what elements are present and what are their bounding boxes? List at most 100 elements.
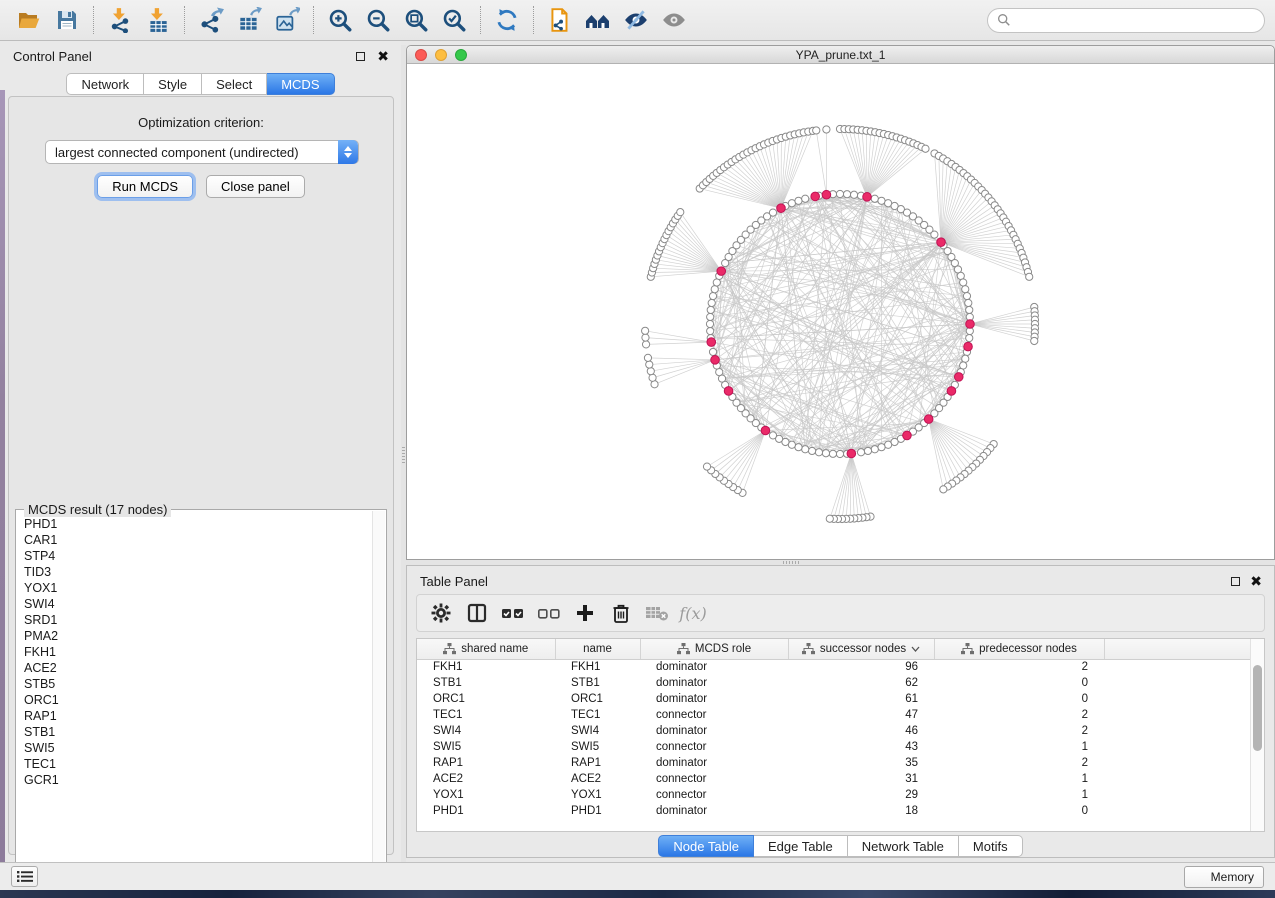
mcds-node-item[interactable]: SWI5	[24, 740, 369, 756]
search-box[interactable]	[987, 8, 1265, 33]
float-panel-icon[interactable]	[356, 52, 365, 61]
hide-eye-icon[interactable]	[617, 3, 655, 37]
mcds-result-list[interactable]: PHD1CAR1STP4TID3YOX1SWI4SRD1PMA2FKH1ACE2…	[17, 516, 369, 874]
table-cell[interactable]: PHD1	[417, 803, 555, 819]
network-canvas[interactable]	[407, 64, 1274, 559]
table-cell[interactable]: ORC1	[417, 691, 555, 707]
table-row[interactable]: SWI5SWI5connector431	[417, 739, 1250, 755]
mcds-node-item[interactable]: FKH1	[24, 644, 369, 660]
table-scrollbar[interactable]	[1250, 639, 1264, 831]
table-cell[interactable]: ACE2	[417, 771, 555, 787]
table-cell[interactable]: RAP1	[417, 755, 555, 771]
tab-network-table[interactable]: Network Table	[848, 835, 959, 857]
close-table-panel-icon[interactable]: ✖	[1250, 576, 1262, 586]
table-cell[interactable]: 96	[788, 659, 934, 675]
table-cell[interactable]: dominator	[640, 691, 788, 707]
columns-icon[interactable]	[461, 598, 493, 628]
export-network-icon[interactable]	[192, 3, 230, 37]
table-cell[interactable]: 18	[788, 803, 934, 819]
table-cell[interactable]: 31	[788, 771, 934, 787]
table-cell[interactable]	[1104, 739, 1250, 755]
table-row[interactable]: RAP1RAP1dominator352	[417, 755, 1250, 771]
table-cell[interactable]: STB1	[417, 675, 555, 691]
table-cell[interactable]: ACE2	[555, 771, 640, 787]
table-cell[interactable]: FKH1	[417, 659, 555, 675]
mcds-node-item[interactable]: STP4	[24, 548, 369, 564]
table-cell[interactable]: STB1	[555, 675, 640, 691]
column-header-name[interactable]: name	[555, 639, 640, 659]
table-cell[interactable]: TEC1	[555, 707, 640, 723]
mcds-node-item[interactable]: ORC1	[24, 692, 369, 708]
float-table-panel-icon[interactable]	[1231, 577, 1240, 586]
import-table-icon[interactable]	[139, 3, 177, 37]
table-cell[interactable]: SWI4	[555, 723, 640, 739]
table-cell[interactable]: YOX1	[417, 787, 555, 803]
table-cell[interactable]: connector	[640, 771, 788, 787]
table-cell[interactable]: dominator	[640, 723, 788, 739]
column-header-successor-nodes[interactable]: successor nodes	[788, 639, 934, 659]
network-window-titlebar[interactable]: YPA_prune.txt_1	[407, 46, 1274, 64]
table-row[interactable]: ORC1ORC1dominator610	[417, 691, 1250, 707]
mcds-node-item[interactable]: ACE2	[24, 660, 369, 676]
add-icon[interactable]	[569, 598, 601, 628]
table-cell[interactable]: TEC1	[417, 707, 555, 723]
zoom-selected-icon[interactable]	[435, 3, 473, 37]
table-cell[interactable]: dominator	[640, 675, 788, 691]
tab-mcds[interactable]: MCDS	[267, 73, 334, 95]
table-cell[interactable]: RAP1	[555, 755, 640, 771]
search-input[interactable]	[1011, 12, 1255, 28]
table-cell[interactable]: 1	[934, 739, 1104, 755]
table-cell[interactable]	[1104, 803, 1250, 819]
table-cell[interactable]	[1104, 755, 1250, 771]
table-cell[interactable]	[1104, 707, 1250, 723]
zoom-out-icon[interactable]	[359, 3, 397, 37]
table-cell[interactable]: 2	[934, 659, 1104, 675]
table-cell[interactable]: 46	[788, 723, 934, 739]
mcds-node-item[interactable]: TID3	[24, 564, 369, 580]
table-cell[interactable]	[1104, 659, 1250, 675]
memory-button[interactable]: Memory	[1184, 866, 1264, 888]
share-document-icon[interactable]	[541, 3, 579, 37]
column-header-mcds-role[interactable]: MCDS role	[640, 639, 788, 659]
mcds-node-item[interactable]: RAP1	[24, 708, 369, 724]
table-scrollbar-thumb[interactable]	[1253, 665, 1262, 751]
table-cell[interactable]: ORC1	[555, 691, 640, 707]
table-cell[interactable]: 1	[934, 787, 1104, 803]
table-cell[interactable]	[1104, 675, 1250, 691]
table-cell[interactable]: FKH1	[555, 659, 640, 675]
mcds-node-item[interactable]: STB1	[24, 724, 369, 740]
tab-node-table[interactable]: Node Table	[658, 835, 754, 857]
tab-edge-table[interactable]: Edge Table	[754, 835, 848, 857]
mcds-node-item[interactable]: TEC1	[24, 756, 369, 772]
criterion-dropdown[interactable]: largest connected component (undirected)	[45, 140, 359, 164]
table-row[interactable]: YOX1YOX1connector291	[417, 787, 1250, 803]
home-networks-icon[interactable]	[579, 3, 617, 37]
deselect-all-icon[interactable]	[533, 598, 565, 628]
tab-network[interactable]: Network	[66, 73, 144, 95]
open-folder-icon[interactable]	[10, 3, 48, 37]
mcds-node-item[interactable]: CAR1	[24, 532, 369, 548]
run-mcds-button[interactable]: Run MCDS	[97, 175, 193, 198]
table-cell[interactable]: 2	[934, 723, 1104, 739]
refresh-icon[interactable]	[488, 3, 526, 37]
table-cell[interactable]: connector	[640, 707, 788, 723]
table-cell[interactable]	[1104, 691, 1250, 707]
table-cell[interactable]	[1104, 787, 1250, 803]
column-header-shared-name[interactable]: shared name	[417, 639, 555, 659]
mcds-node-item[interactable]: SRD1	[24, 612, 369, 628]
export-table-icon[interactable]	[230, 3, 268, 37]
column-header-predecessor-nodes[interactable]: predecessor nodes	[934, 639, 1104, 659]
table-cell[interactable]: connector	[640, 739, 788, 755]
table-cell[interactable]: 43	[788, 739, 934, 755]
table-cell[interactable]: SWI4	[417, 723, 555, 739]
save-icon[interactable]	[48, 3, 86, 37]
close-panel-icon[interactable]: ✖	[377, 51, 389, 61]
mcds-node-item[interactable]: GCR1	[24, 772, 369, 788]
table-cell[interactable]: connector	[640, 787, 788, 803]
table-cell[interactable]: 62	[788, 675, 934, 691]
table-cell[interactable]: dominator	[640, 755, 788, 771]
import-network-icon[interactable]	[101, 3, 139, 37]
mcds-node-item[interactable]: SWI4	[24, 596, 369, 612]
table-cell[interactable]: dominator	[640, 659, 788, 675]
table-cell[interactable]: 0	[934, 803, 1104, 819]
